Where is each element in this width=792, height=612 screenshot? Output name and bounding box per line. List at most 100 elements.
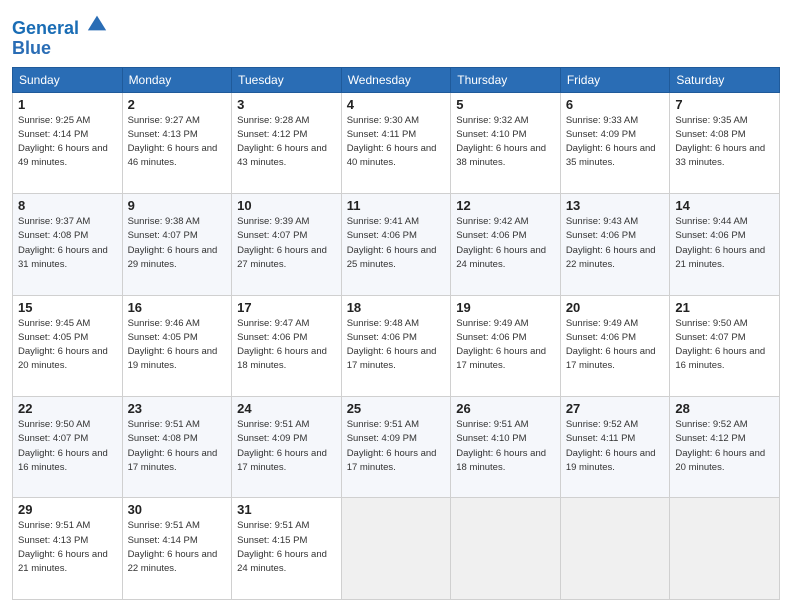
day-info: Sunrise: 9:52 AMSunset: 4:12 PMDaylight:… [675,419,765,473]
day-info: Sunrise: 9:51 AMSunset: 4:15 PMDaylight:… [237,520,327,574]
calendar-cell: 1 Sunrise: 9:25 AMSunset: 4:14 PMDayligh… [13,92,123,193]
day-info: Sunrise: 9:41 AMSunset: 4:06 PMDaylight:… [347,216,437,270]
day-info: Sunrise: 9:44 AMSunset: 4:06 PMDaylight:… [675,216,765,270]
day-number: 13 [566,198,665,213]
day-number: 15 [18,300,117,315]
calendar-cell: 27 Sunrise: 9:52 AMSunset: 4:11 PMDaylig… [560,397,670,498]
logo-icon [86,12,108,34]
calendar-cell [670,498,780,600]
day-info: Sunrise: 9:51 AMSunset: 4:09 PMDaylight:… [347,419,437,473]
calendar-cell: 22 Sunrise: 9:50 AMSunset: 4:07 PMDaylig… [13,397,123,498]
calendar-cell: 9 Sunrise: 9:38 AMSunset: 4:07 PMDayligh… [122,194,232,295]
column-header-sunday: Sunday [13,67,123,92]
day-info: Sunrise: 9:38 AMSunset: 4:07 PMDaylight:… [128,216,218,270]
calendar-cell [451,498,561,600]
calendar-cell: 21 Sunrise: 9:50 AMSunset: 4:07 PMDaylig… [670,295,780,396]
day-info: Sunrise: 9:46 AMSunset: 4:05 PMDaylight:… [128,318,218,372]
day-number: 19 [456,300,555,315]
calendar-cell [560,498,670,600]
day-number: 17 [237,300,336,315]
day-info: Sunrise: 9:48 AMSunset: 4:06 PMDaylight:… [347,318,437,372]
day-number: 9 [128,198,227,213]
calendar-cell: 8 Sunrise: 9:37 AMSunset: 4:08 PMDayligh… [13,194,123,295]
calendar-header-row: SundayMondayTuesdayWednesdayThursdayFrid… [13,67,780,92]
logo-blue: Blue [12,39,108,59]
day-info: Sunrise: 9:50 AMSunset: 4:07 PMDaylight:… [18,419,108,473]
calendar-cell: 23 Sunrise: 9:51 AMSunset: 4:08 PMDaylig… [122,397,232,498]
calendar-cell: 29 Sunrise: 9:51 AMSunset: 4:13 PMDaylig… [13,498,123,600]
day-number: 3 [237,97,336,112]
calendar-cell: 10 Sunrise: 9:39 AMSunset: 4:07 PMDaylig… [232,194,342,295]
calendar-cell: 13 Sunrise: 9:43 AMSunset: 4:06 PMDaylig… [560,194,670,295]
logo-general: General [12,18,79,38]
calendar-cell: 7 Sunrise: 9:35 AMSunset: 4:08 PMDayligh… [670,92,780,193]
calendar-cell: 3 Sunrise: 9:28 AMSunset: 4:12 PMDayligh… [232,92,342,193]
calendar-cell: 11 Sunrise: 9:41 AMSunset: 4:06 PMDaylig… [341,194,451,295]
column-header-tuesday: Tuesday [232,67,342,92]
day-number: 1 [18,97,117,112]
day-number: 30 [128,502,227,517]
calendar-cell: 12 Sunrise: 9:42 AMSunset: 4:06 PMDaylig… [451,194,561,295]
day-info: Sunrise: 9:51 AMSunset: 4:10 PMDaylight:… [456,419,546,473]
day-info: Sunrise: 9:33 AMSunset: 4:09 PMDaylight:… [566,115,656,169]
day-info: Sunrise: 9:30 AMSunset: 4:11 PMDaylight:… [347,115,437,169]
day-info: Sunrise: 9:43 AMSunset: 4:06 PMDaylight:… [566,216,656,270]
day-info: Sunrise: 9:50 AMSunset: 4:07 PMDaylight:… [675,318,765,372]
column-header-friday: Friday [560,67,670,92]
day-number: 24 [237,401,336,416]
calendar-cell: 14 Sunrise: 9:44 AMSunset: 4:06 PMDaylig… [670,194,780,295]
day-info: Sunrise: 9:27 AMSunset: 4:13 PMDaylight:… [128,115,218,169]
day-number: 5 [456,97,555,112]
calendar: SundayMondayTuesdayWednesdayThursdayFrid… [12,67,780,600]
column-header-wednesday: Wednesday [341,67,451,92]
day-info: Sunrise: 9:51 AMSunset: 4:08 PMDaylight:… [128,419,218,473]
day-number: 21 [675,300,774,315]
column-header-saturday: Saturday [670,67,780,92]
day-info: Sunrise: 9:28 AMSunset: 4:12 PMDaylight:… [237,115,327,169]
calendar-cell: 30 Sunrise: 9:51 AMSunset: 4:14 PMDaylig… [122,498,232,600]
day-number: 4 [347,97,446,112]
logo-text: General [12,12,108,39]
day-number: 27 [566,401,665,416]
day-number: 23 [128,401,227,416]
day-number: 14 [675,198,774,213]
day-info: Sunrise: 9:39 AMSunset: 4:07 PMDaylight:… [237,216,327,270]
calendar-cell: 24 Sunrise: 9:51 AMSunset: 4:09 PMDaylig… [232,397,342,498]
day-info: Sunrise: 9:49 AMSunset: 4:06 PMDaylight:… [566,318,656,372]
day-number: 6 [566,97,665,112]
day-number: 20 [566,300,665,315]
calendar-cell: 4 Sunrise: 9:30 AMSunset: 4:11 PMDayligh… [341,92,451,193]
calendar-cell: 31 Sunrise: 9:51 AMSunset: 4:15 PMDaylig… [232,498,342,600]
day-info: Sunrise: 9:42 AMSunset: 4:06 PMDaylight:… [456,216,546,270]
day-number: 2 [128,97,227,112]
column-header-thursday: Thursday [451,67,561,92]
column-header-monday: Monday [122,67,232,92]
day-info: Sunrise: 9:51 AMSunset: 4:09 PMDaylight:… [237,419,327,473]
day-number: 29 [18,502,117,517]
calendar-cell: 5 Sunrise: 9:32 AMSunset: 4:10 PMDayligh… [451,92,561,193]
day-number: 8 [18,198,117,213]
day-number: 25 [347,401,446,416]
calendar-cell: 6 Sunrise: 9:33 AMSunset: 4:09 PMDayligh… [560,92,670,193]
day-number: 12 [456,198,555,213]
day-number: 31 [237,502,336,517]
day-number: 18 [347,300,446,315]
calendar-cell: 20 Sunrise: 9:49 AMSunset: 4:06 PMDaylig… [560,295,670,396]
header: General Blue [12,12,780,59]
day-info: Sunrise: 9:52 AMSunset: 4:11 PMDaylight:… [566,419,656,473]
day-info: Sunrise: 9:35 AMSunset: 4:08 PMDaylight:… [675,115,765,169]
calendar-cell: 25 Sunrise: 9:51 AMSunset: 4:09 PMDaylig… [341,397,451,498]
day-info: Sunrise: 9:32 AMSunset: 4:10 PMDaylight:… [456,115,546,169]
calendar-cell: 15 Sunrise: 9:45 AMSunset: 4:05 PMDaylig… [13,295,123,396]
calendar-cell: 19 Sunrise: 9:49 AMSunset: 4:06 PMDaylig… [451,295,561,396]
day-number: 22 [18,401,117,416]
calendar-cell: 26 Sunrise: 9:51 AMSunset: 4:10 PMDaylig… [451,397,561,498]
day-info: Sunrise: 9:45 AMSunset: 4:05 PMDaylight:… [18,318,108,372]
day-number: 7 [675,97,774,112]
calendar-cell: 17 Sunrise: 9:47 AMSunset: 4:06 PMDaylig… [232,295,342,396]
day-info: Sunrise: 9:25 AMSunset: 4:14 PMDaylight:… [18,115,108,169]
calendar-cell: 28 Sunrise: 9:52 AMSunset: 4:12 PMDaylig… [670,397,780,498]
day-number: 26 [456,401,555,416]
day-info: Sunrise: 9:51 AMSunset: 4:13 PMDaylight:… [18,520,108,574]
calendar-cell: 2 Sunrise: 9:27 AMSunset: 4:13 PMDayligh… [122,92,232,193]
